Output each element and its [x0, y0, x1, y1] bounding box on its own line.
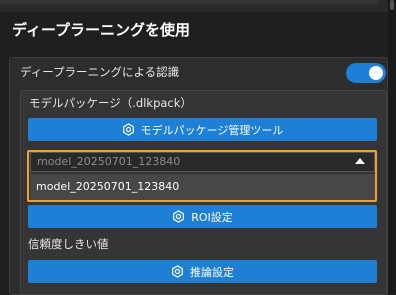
caret-up-icon[interactable]	[355, 158, 365, 164]
model-select[interactable]: model_20250701_123840	[30, 152, 375, 172]
section-title: ディープラーニングを使用	[12, 21, 191, 39]
toggle-knob	[369, 66, 383, 80]
roi-settings-label: ROI設定	[191, 210, 233, 224]
model-package-manager-label: モデルパッケージ管理ツール	[140, 123, 284, 137]
scrollbar-thumb[interactable]	[390, 0, 394, 10]
top-bar	[0, 0, 396, 12]
roi-settings-button[interactable]: ROI設定	[28, 205, 377, 228]
confidence-threshold-label: 信頼度しきい値	[28, 237, 109, 251]
inference-settings-label: 推論設定	[190, 265, 234, 279]
settings-hex-icon	[172, 210, 185, 223]
deep-learning-toggle[interactable]	[346, 63, 386, 83]
settings-hex-icon	[122, 123, 135, 136]
settings-hex-icon	[171, 265, 184, 278]
top-bar-strip	[0, 0, 379, 4]
dropdown-option[interactable]: model_20250701_123840	[30, 174, 375, 200]
scrollbar-track[interactable]	[388, 0, 396, 293]
deep-learning-label: ディープラーニングによる認識	[20, 65, 180, 79]
inference-settings-button[interactable]: 推論設定	[28, 260, 377, 283]
model-package-label: モデルパッケージ（.dlkpack）	[29, 96, 192, 110]
model-package-manager-button[interactable]: モデルパッケージ管理ツール	[28, 118, 377, 141]
